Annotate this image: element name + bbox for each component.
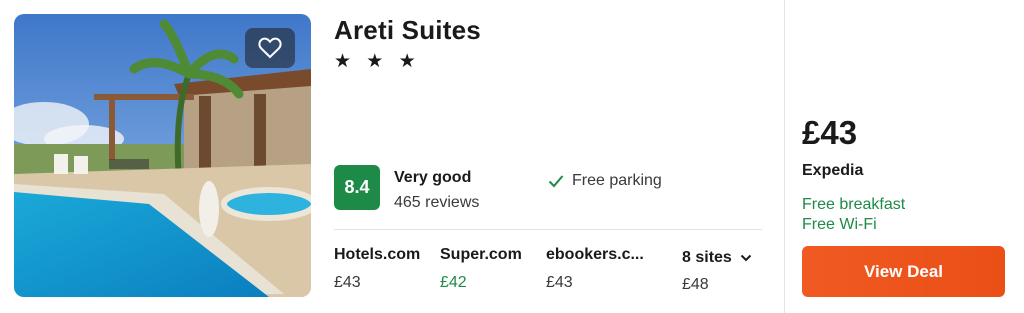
amenity-free-parking: Free parking	[548, 172, 662, 190]
check-icon	[548, 175, 564, 188]
deal-provider: Expedia	[802, 162, 864, 179]
chevron-down-icon	[740, 254, 752, 262]
deal-price: £43	[802, 114, 858, 151]
site-name: Hotels.com	[334, 246, 421, 263]
more-sites-button[interactable]: 8 sites	[682, 249, 752, 267]
view-deal-button[interactable]: View Deal	[802, 246, 1005, 297]
site-offer-ebookers[interactable]: ebookers.c... £43	[546, 246, 644, 292]
perk-free-breakfast: Free breakfast	[802, 196, 906, 213]
rating-label: Very good	[394, 169, 472, 186]
review-count[interactable]: 465 reviews	[394, 194, 479, 212]
review-score-badge: 8.4	[334, 165, 380, 210]
heart-icon	[258, 37, 282, 59]
amenity-label: Free parking	[572, 172, 662, 189]
more-sites-price: £48	[682, 276, 709, 293]
site-name: Super.com	[440, 246, 522, 263]
perk-free-wifi: Free Wi-Fi	[802, 216, 877, 233]
site-name: ebookers.c...	[546, 246, 644, 263]
star-rating: ★ ★ ★	[334, 51, 421, 72]
hotel-name[interactable]: Areti Suites	[334, 15, 481, 46]
site-offer-hotels-com[interactable]: Hotels.com £43	[334, 246, 420, 292]
column-divider	[784, 0, 785, 313]
site-price-best: £42	[440, 274, 467, 291]
site-offer-super-com[interactable]: Super.com £42	[440, 246, 522, 292]
more-sites-label: 8 sites	[682, 249, 732, 266]
site-price: £43	[334, 274, 361, 291]
divider	[334, 229, 762, 230]
favorite-button[interactable]	[245, 28, 295, 68]
hotel-card: Areti Suites ★ ★ ★ 8.4 Very good 465 rev…	[0, 0, 1024, 313]
site-price: £43	[546, 274, 573, 291]
